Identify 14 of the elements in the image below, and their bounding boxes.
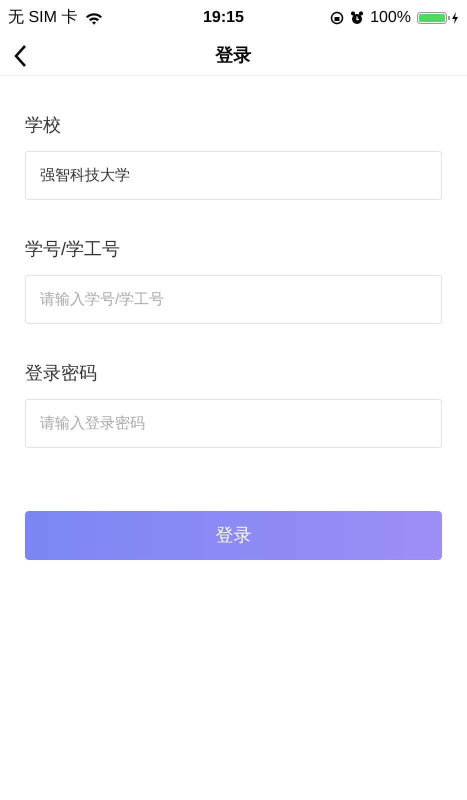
battery-charging-icon bbox=[417, 11, 459, 25]
wifi-icon bbox=[85, 12, 104, 24]
field-label: 登录密码 bbox=[25, 362, 97, 385]
input-field[interactable]: 请输入登录密码 bbox=[25, 399, 442, 448]
alarm-clock-icon bbox=[350, 11, 364, 25]
page-title: 登录 bbox=[216, 44, 252, 67]
field-label: 学校 bbox=[25, 114, 61, 137]
status-time: 19:15 bbox=[203, 8, 244, 28]
carrier-label: 无 SIM 卡 bbox=[8, 8, 78, 28]
field-label: 学号/学工号 bbox=[25, 238, 120, 261]
rotation-lock-icon bbox=[330, 11, 344, 25]
input-field[interactable]: 请输入学号/学工号 bbox=[25, 275, 442, 324]
battery-percent: 100% bbox=[370, 8, 411, 28]
input-field[interactable]: 强智科技大学 bbox=[25, 151, 442, 200]
